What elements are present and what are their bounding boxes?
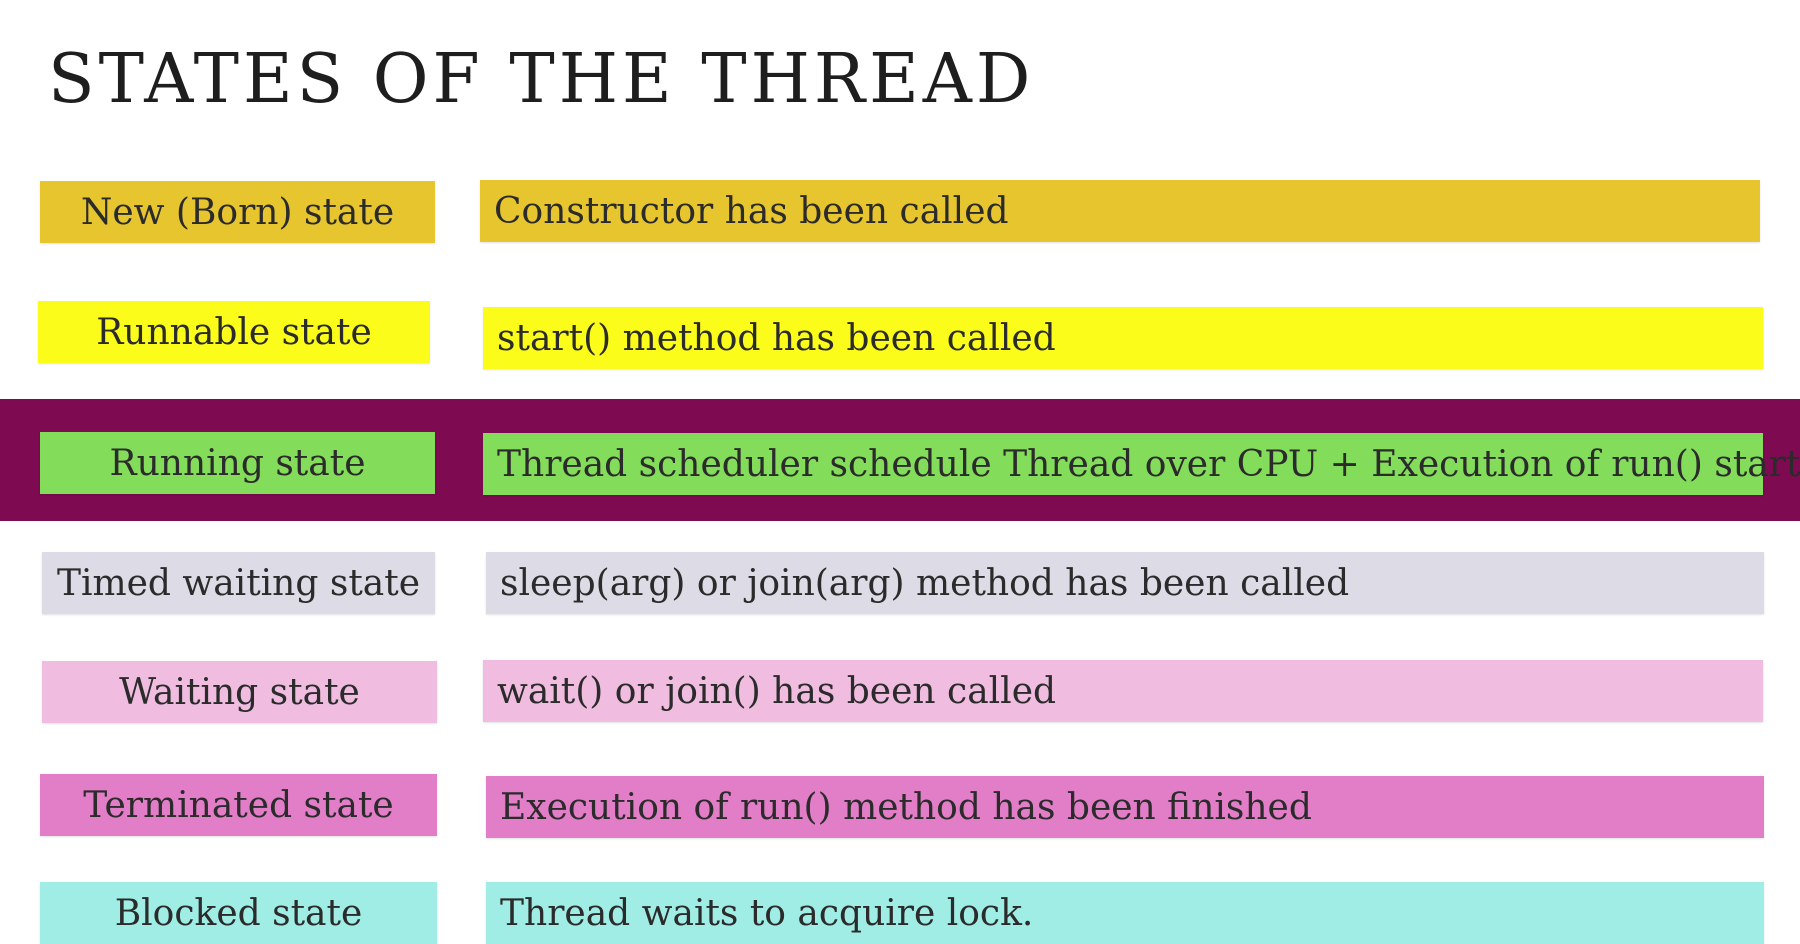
- state-description-timed-waiting: sleep(arg) or join(arg) method has been …: [486, 552, 1764, 614]
- state-label-blocked: Blocked state: [40, 882, 437, 944]
- state-description-new: Constructor has been called: [480, 180, 1760, 242]
- state-label-waiting: Waiting state: [42, 661, 437, 723]
- state-label-terminated: Terminated state: [40, 774, 437, 836]
- state-description-waiting: wait() or join() has been called: [483, 660, 1763, 722]
- page-title: STATES OF THE THREAD: [48, 40, 1035, 119]
- state-label-new: New (Born) state: [40, 181, 435, 243]
- state-description-runnable: start() method has been called: [483, 307, 1763, 369]
- state-description-running: Thread scheduler schedule Thread over CP…: [483, 433, 1800, 495]
- state-description-terminated: Execution of run() method has been finis…: [486, 776, 1764, 838]
- state-label-running: Running state: [40, 432, 435, 494]
- state-label-runnable: Runnable state: [38, 301, 430, 363]
- state-label-timed-waiting: Timed waiting state: [42, 552, 435, 614]
- state-description-blocked: Thread waits to acquire lock.: [486, 882, 1764, 944]
